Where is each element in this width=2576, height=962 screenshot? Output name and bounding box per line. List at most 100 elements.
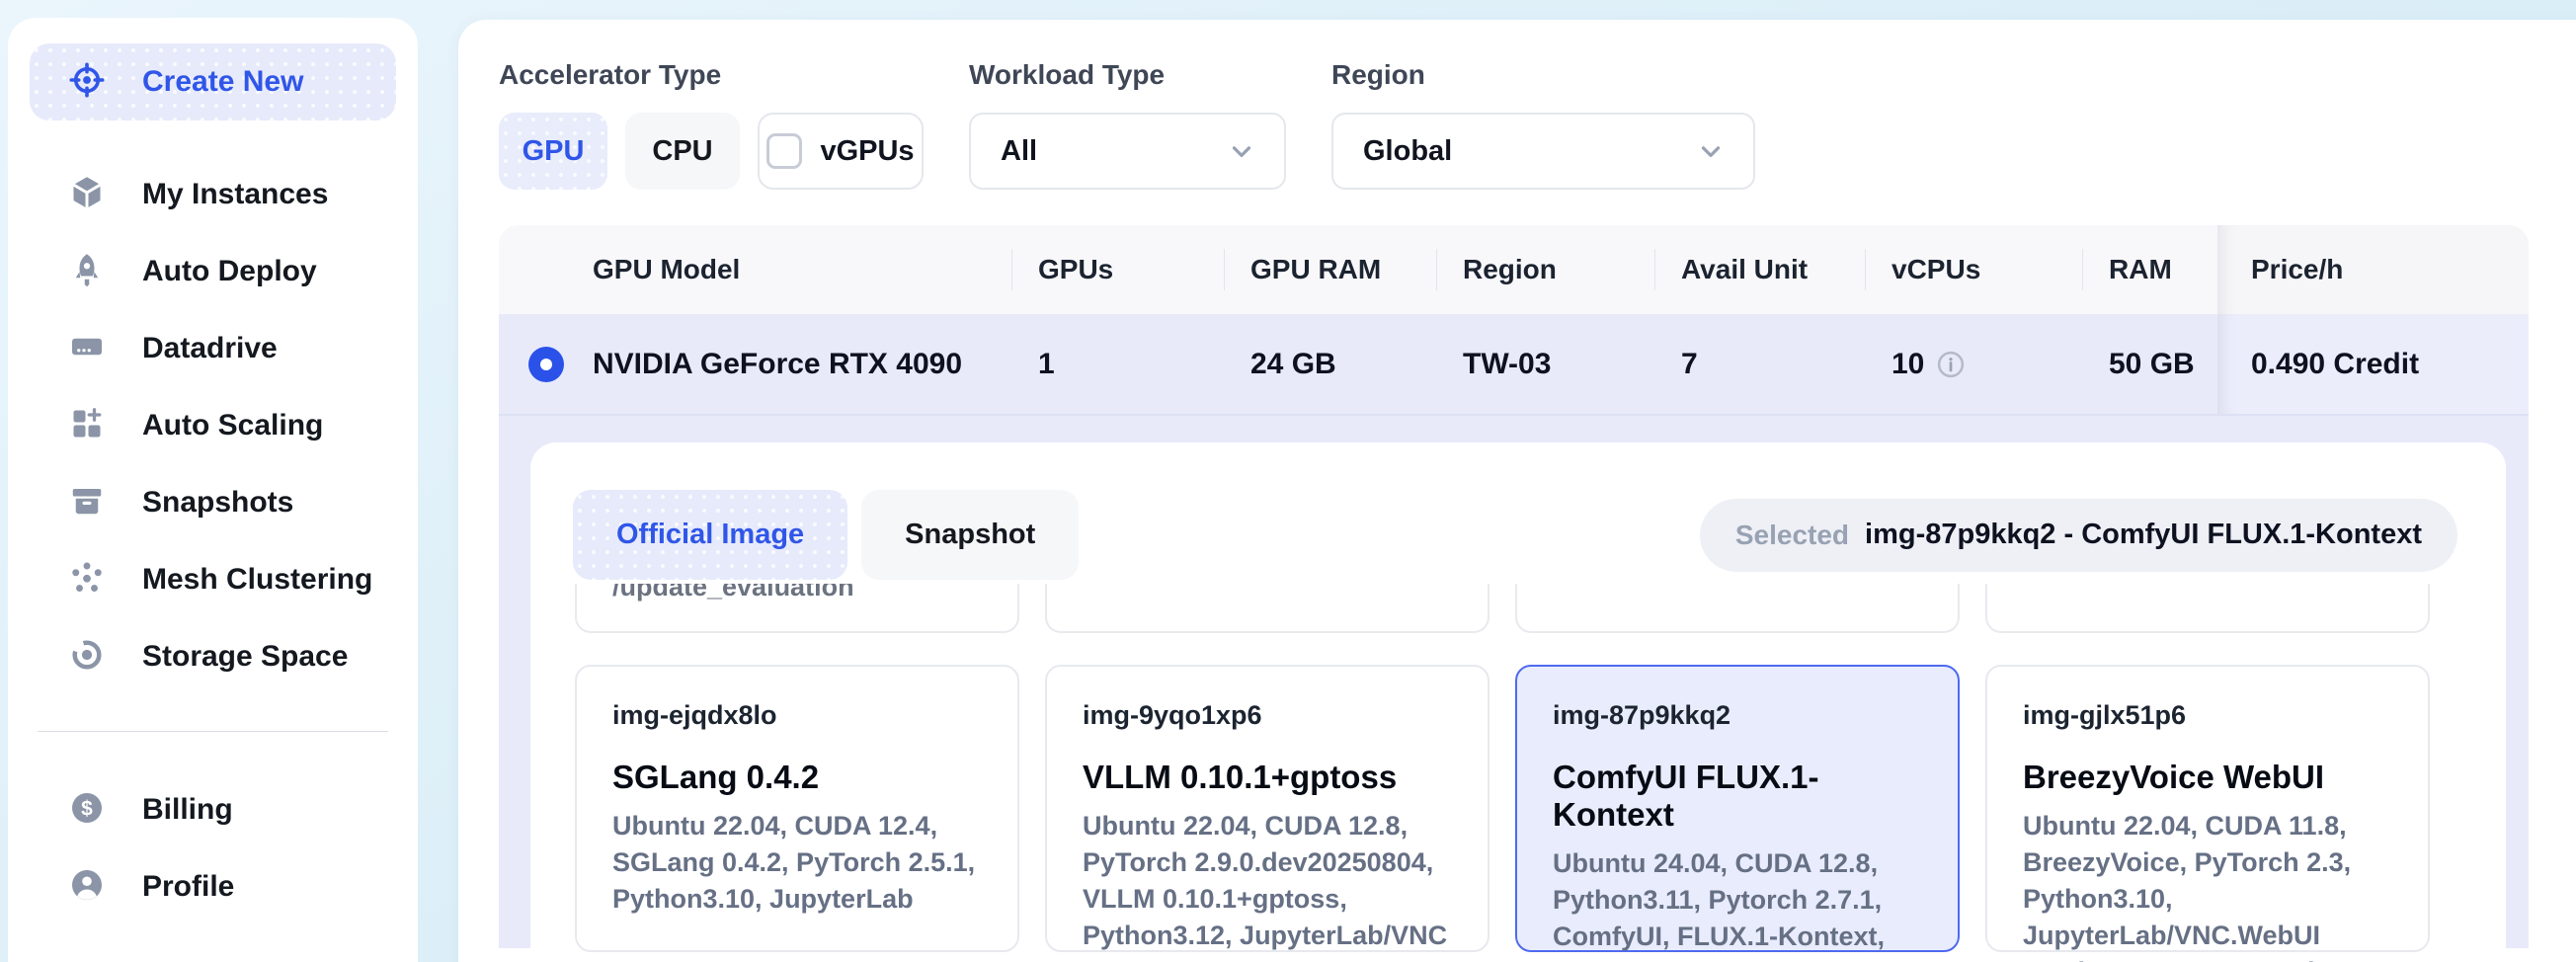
sidebar-item-my-instances[interactable]: My Instances [30,156,396,233]
col-header-vcpus: vCPUs [1866,225,2083,314]
radio-column-header [499,225,593,314]
gpu-table: GPU Model GPUs GPU RAM Region Avail Unit… [499,225,2529,948]
mesh-icon [69,560,105,601]
cell-gpu-model: NVIDIA GeForce RTX 4090 [593,348,1012,381]
vgpus-label: vGPUs [820,135,914,168]
cell-avail-unit: 7 [1655,348,1866,381]
col-header-price: Price/h [2217,225,2529,314]
svg-text:$: $ [81,797,93,820]
image-card-title: BreezyVoice WebUI [2023,759,2392,796]
globe-icon [69,62,105,103]
sidebar-item-label: My Instances [142,178,328,211]
col-header-region: Region [1437,225,1655,314]
sidebar-item-snapshots[interactable]: Snapshots [30,464,396,541]
previous-card-row-clipped: /update_evaluation [575,584,2457,633]
region-group: Region Global [1331,59,1755,190]
radio-selected-icon[interactable] [528,347,564,382]
sidebar-item-label: Auto Deploy [142,255,317,288]
sidebar-item-label: Profile [142,870,234,904]
rocket-icon [69,252,105,292]
image-card-title: ComfyUI FLUX.1-Kontext [1553,759,1922,834]
sidebar-item-mesh-clustering[interactable]: Mesh Clustering [30,541,396,618]
cell-vcpus: 10 [1866,348,2083,381]
sidebar-item-label: Billing [142,793,233,827]
image-cards-scroll-area[interactable]: /update_evaluation img-ejqdx8lo SGLang 0… [573,584,2457,952]
clipped-card-text: /update_evaluation [612,584,982,605]
image-card-id: img-gjlx51p6 [2023,700,2392,731]
image-card-sglang[interactable]: img-ejqdx8lo SGLang 0.4.2 Ubuntu 22.04, … [575,665,1019,952]
sidebar-item-auto-scaling[interactable]: Auto Scaling [30,387,396,464]
table-header-row: GPU Model GPUs GPU RAM Region Avail Unit… [499,225,2529,314]
card-stub[interactable] [1045,584,1489,633]
image-card-vllm[interactable]: img-9yqo1xp6 VLLM 0.10.1+gptoss Ubuntu 2… [1045,665,1489,952]
chevron-down-icon [1227,136,1256,166]
main-panel: Accelerator Type GPU CPU vGPUs Workload … [458,20,2576,962]
sidebar-item-label: Mesh Clustering [142,563,372,597]
accelerator-type-group: Accelerator Type GPU CPU vGPUs [499,59,924,190]
dollar-icon: $ [69,790,105,831]
sidebar-item-auto-deploy[interactable]: Auto Deploy [30,233,396,310]
workload-type-select[interactable]: All [969,113,1286,190]
image-card-id: img-87p9kkq2 [1553,700,1922,731]
filters-bar: Accelerator Type GPU CPU vGPUs Workload … [499,59,2576,190]
gpu-filter-button[interactable]: GPU [499,113,607,190]
col-header-avail-unit: Avail Unit [1655,225,1866,314]
card-stub[interactable] [1515,584,1960,633]
workload-type-label: Workload Type [969,59,1286,91]
sidebar-item-label: Create New [142,65,303,99]
cpu-filter-button[interactable]: CPU [625,113,740,190]
row-expansion-area: Official Image Snapshot Selected img-87p… [499,414,2529,948]
image-tabs-bar: Official Image Snapshot Selected img-87p… [573,490,2457,580]
image-card-description: Ubuntu 22.04, CUDA 11.8, BreezyVoice, Py… [2023,808,2392,962]
donut-chart-icon [69,637,105,678]
sidebar-item-storage-space[interactable]: Storage Space [30,618,396,695]
image-card-breezyvoice[interactable]: img-gjlx51p6 BreezyVoice WebUI Ubuntu 22… [1985,665,2430,952]
selected-chip-value: img-87p9kkq2 - ComfyUI FLUX.1-Kontext [1865,519,2422,551]
tab-official-image[interactable]: Official Image [573,490,847,580]
card-stub[interactable] [1985,584,2430,633]
col-header-gpu-model: GPU Model [593,225,1012,314]
sidebar-item-label: Datadrive [142,332,278,365]
vcpus-value: 10 [1892,348,1924,381]
cell-gpu-ram: 24 GB [1225,348,1437,381]
page: Create New My Instances Auto Deploy [0,0,2576,962]
archive-icon [69,483,105,523]
harddrive-icon [69,329,105,369]
sidebar-item-datadrive[interactable]: Datadrive [30,310,396,387]
image-card-id: img-9yqo1xp6 [1083,700,1452,731]
sidebar-item-label: Storage Space [142,640,348,674]
image-card-row: img-ejqdx8lo SGLang 0.4.2 Ubuntu 22.04, … [575,665,2457,952]
sidebar-item-create-new[interactable]: Create New [30,43,396,120]
card-stub[interactable]: /update_evaluation [575,584,1019,633]
selected-image-chip: Selected img-87p9kkq2 - ComfyUI FLUX.1-K… [1700,499,2457,572]
image-card-comfyui-selected[interactable]: img-87p9kkq2 ComfyUI FLUX.1-Kontext Ubun… [1515,665,1960,952]
image-card-id: img-ejqdx8lo [612,700,982,731]
sidebar-item-label: Auto Scaling [142,409,323,442]
region-select[interactable]: Global [1331,113,1755,190]
cell-ram: 50 GB [2083,348,2217,381]
region-label: Region [1331,59,1755,91]
scaling-icon [69,406,105,446]
image-card-description: Ubuntu 22.04, CUDA 12.4, SGLang 0.4.2, P… [612,808,982,918]
sidebar-divider [38,731,388,732]
image-card-title: VLLM 0.10.1+gptoss [1083,759,1452,796]
image-selection-panel: Official Image Snapshot Selected img-87p… [530,442,2506,962]
row-radio-cell[interactable] [499,347,593,382]
chevron-down-icon [1696,136,1726,166]
col-header-gpu-ram: GPU RAM [1225,225,1437,314]
vgpus-filter-toggle[interactable]: vGPUs [758,113,924,190]
info-icon[interactable] [1936,350,1966,379]
region-value: Global [1363,135,1452,168]
accelerator-type-label: Accelerator Type [499,59,924,91]
vgpus-checkbox[interactable] [766,133,802,169]
sidebar-item-profile[interactable]: Profile [30,848,396,925]
selected-chip-label: Selected [1735,520,1849,551]
sidebar-item-billing[interactable]: $ Billing [30,771,396,848]
cell-region: TW-03 [1437,348,1655,381]
tab-snapshot[interactable]: Snapshot [861,490,1079,580]
gpu-table-row-rtx4090[interactable]: NVIDIA GeForce RTX 4090 1 24 GB TW-03 7 … [499,314,2529,414]
image-card-description: Ubuntu 22.04, CUDA 12.8, PyTorch 2.9.0.d… [1083,808,1452,954]
image-card-description: Ubuntu 24.04, CUDA 12.8, Python3.11, Pyt… [1553,845,1922,962]
cell-gpus: 1 [1012,348,1225,381]
workload-type-group: Workload Type All [969,59,1286,190]
